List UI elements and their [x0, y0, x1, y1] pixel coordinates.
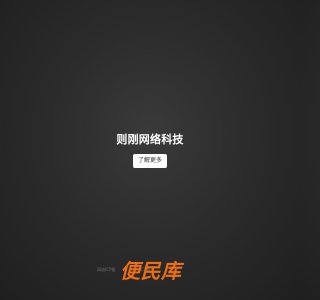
footer-copyright: 网站ICP备 [97, 267, 116, 272]
hero-title: 则刚网络科技 [116, 133, 184, 146]
hero: 则刚网络科技 了解更多 [0, 133, 300, 168]
learn-more-button[interactable]: 了解更多 [132, 154, 167, 168]
watermark-logo: 便民库 [120, 259, 182, 283]
